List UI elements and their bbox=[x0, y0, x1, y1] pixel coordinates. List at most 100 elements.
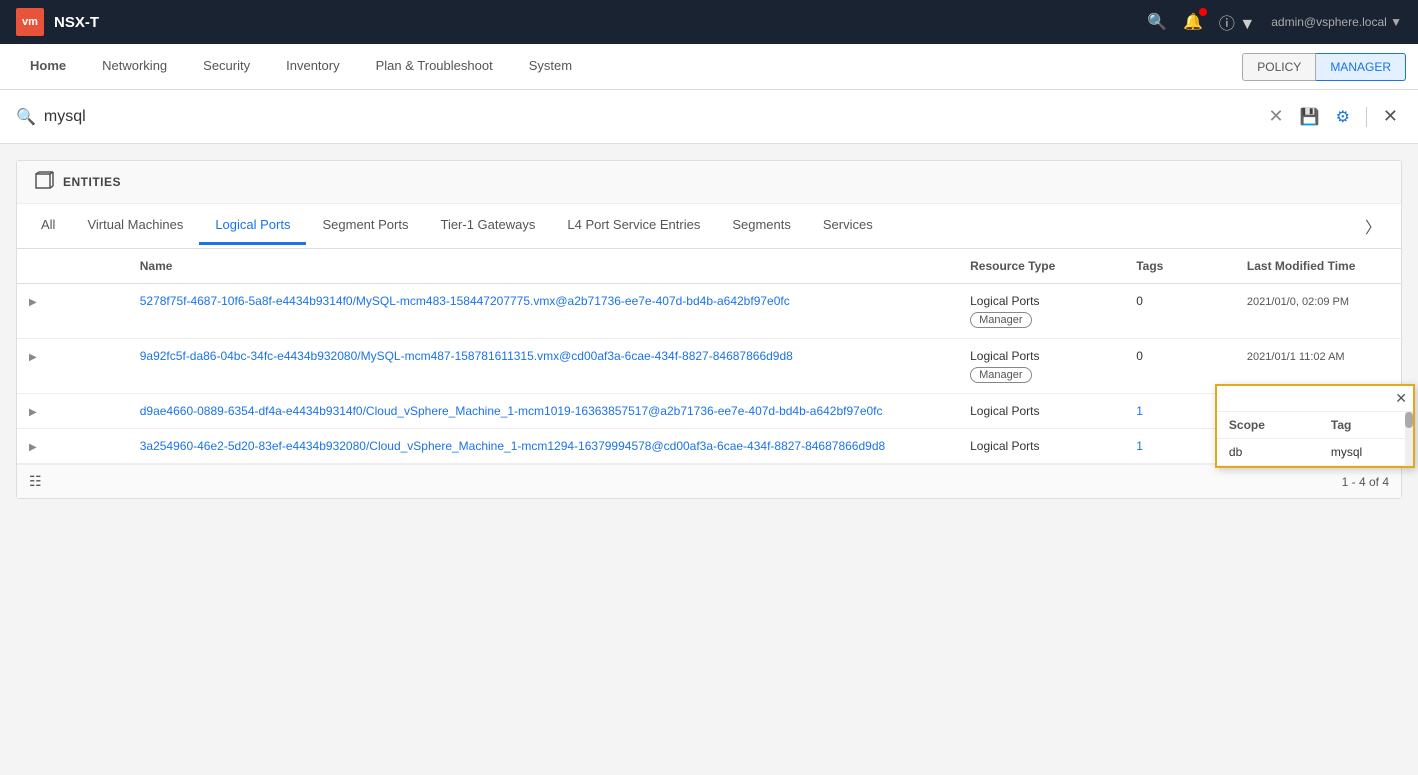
name-cell: 9a92fc5f-da86-04bc-34fc-e4434b932080/MyS… bbox=[128, 339, 958, 394]
name-cell: 3a254960-46e2-5d20-83ef-e4434b932080/Clo… bbox=[128, 429, 958, 464]
table-row: ▶ d9ae4660-0889-6354-df4a-e4434b9314f0/C… bbox=[17, 394, 1401, 429]
table-body: ▶ 5278f75f-4687-10f6-5a8f-e4434b9314f0/M… bbox=[17, 284, 1401, 464]
entities-label: ENTITIES bbox=[63, 175, 121, 189]
scope-value: db bbox=[1217, 439, 1319, 466]
table-row: ▶ 9a92fc5f-da86-04bc-34fc-e4434b932080/M… bbox=[17, 339, 1401, 394]
vm-logo: vm bbox=[16, 8, 44, 36]
tags-popup-scrollbar[interactable] bbox=[1405, 412, 1413, 466]
row-link[interactable]: 5278f75f-4687-10f6-5a8f-e4434b9314f0/MyS… bbox=[140, 294, 790, 308]
search-input[interactable] bbox=[44, 108, 1257, 126]
clear-search-button[interactable]: ✕ bbox=[1265, 102, 1288, 131]
name-cell: 5278f75f-4687-10f6-5a8f-e4434b9314f0/MyS… bbox=[128, 284, 958, 339]
resource-type-value: Logical Ports bbox=[970, 404, 1112, 418]
top-bar-right: 🔍 🔔 ⓘ ▼ admin@vsphere.local ▼ bbox=[1147, 10, 1402, 34]
nav-tab-networking[interactable]: Networking bbox=[84, 44, 185, 89]
resource-type-cell: Logical Ports Manager bbox=[958, 284, 1124, 339]
search-divider bbox=[1366, 107, 1367, 127]
nav-tabs: Home Networking Security Inventory Plan … bbox=[12, 44, 590, 89]
tags-count: 0 bbox=[1136, 294, 1143, 308]
tags-popup: ✕ Scope Tag bbox=[1215, 384, 1415, 468]
resource-type-value: Logical Ports bbox=[970, 439, 1112, 453]
nav-tab-home[interactable]: Home bbox=[12, 44, 84, 89]
tags-count: 0 bbox=[1136, 349, 1143, 363]
footer-count: 1 - 4 of 4 bbox=[1342, 475, 1389, 489]
resource-type-col-header: Resource Type bbox=[958, 249, 1124, 284]
filter-tabs-next-arrow[interactable]: 〉 bbox=[1353, 204, 1393, 248]
row-expand-arrow[interactable]: ▶ bbox=[29, 297, 37, 308]
tags-count[interactable]: 1 bbox=[1136, 439, 1143, 453]
nav-tab-plan[interactable]: Plan & Troubleshoot bbox=[358, 44, 511, 89]
tag-col-header: Tag bbox=[1319, 412, 1413, 439]
entities-cube-icon bbox=[33, 171, 55, 193]
tags-popup-header-row: Scope Tag bbox=[1217, 412, 1413, 439]
tags-cell: 1 ✕ Scope Ta bbox=[1124, 394, 1235, 429]
search-bar-icon: 🔍 bbox=[16, 107, 36, 127]
filter-tab-l4port[interactable]: L4 Port Service Entries bbox=[551, 207, 716, 245]
manager-button[interactable]: MANAGER bbox=[1316, 53, 1406, 81]
timestamp: 2021/01/0, 02:09 PM bbox=[1247, 296, 1349, 308]
policy-button[interactable]: POLICY bbox=[1242, 53, 1316, 81]
search-icon[interactable]: 🔍 bbox=[1147, 12, 1167, 32]
entities-section: ENTITIES All Virtual Machines Logical Po… bbox=[16, 160, 1402, 499]
name-col-header: Name bbox=[128, 249, 958, 284]
expand-cell[interactable]: ▶ bbox=[17, 429, 128, 464]
entities-header: ENTITIES bbox=[17, 161, 1401, 204]
tags-popup-close-button[interactable]: ✕ bbox=[1395, 390, 1407, 407]
main-content: ENTITIES All Virtual Machines Logical Po… bbox=[0, 144, 1418, 515]
top-bar-left: vm NSX-T bbox=[16, 8, 99, 36]
row-link[interactable]: 9a92fc5f-da86-04bc-34fc-e4434b932080/MyS… bbox=[140, 349, 793, 363]
tags-cell: 0 bbox=[1124, 284, 1235, 339]
search-actions: ✕ 💾 ⚙ ✕ bbox=[1265, 102, 1402, 131]
resource-type-value: Logical Ports bbox=[970, 349, 1112, 363]
tags-col-header: Tags bbox=[1124, 249, 1235, 284]
row-link[interactable]: 3a254960-46e2-5d20-83ef-e4434b932080/Clo… bbox=[140, 439, 885, 453]
modified-cell: 2021/01/0, 02:09 PM bbox=[1235, 284, 1401, 339]
nav-tab-system[interactable]: System bbox=[511, 44, 590, 89]
save-search-icon[interactable]: 💾 bbox=[1296, 103, 1324, 131]
filter-tab-segment-ports[interactable]: Segment Ports bbox=[306, 207, 424, 245]
modified-col-header: Last Modified Time bbox=[1235, 249, 1401, 284]
filter-tab-tier1[interactable]: Tier-1 Gateways bbox=[424, 207, 551, 245]
search-bar: 🔍 ✕ 💾 ⚙ ✕ bbox=[0, 90, 1418, 144]
row-expand-arrow[interactable]: ▶ bbox=[29, 407, 37, 418]
close-search-button[interactable]: ✕ bbox=[1379, 102, 1402, 131]
top-bar: vm NSX-T 🔍 🔔 ⓘ ▼ admin@vsphere.local ▼ bbox=[0, 0, 1418, 44]
filter-tab-all[interactable]: All bbox=[25, 207, 71, 245]
row-expand-arrow[interactable]: ▶ bbox=[29, 352, 37, 363]
expand-cell[interactable]: ▶ bbox=[17, 339, 128, 394]
row-link[interactable]: d9ae4660-0889-6354-df4a-e4434b9314f0/Clo… bbox=[140, 404, 883, 418]
tags-popup-table: Scope Tag db mysql bbox=[1217, 412, 1413, 466]
expand-cell[interactable]: ▶ bbox=[17, 394, 128, 429]
resource-type-cell: Logical Ports bbox=[958, 429, 1124, 464]
tag-value: mysql bbox=[1319, 439, 1413, 466]
row-expand-arrow[interactable]: ▶ bbox=[29, 442, 37, 453]
manager-badge: Manager bbox=[970, 312, 1031, 328]
filter-icon[interactable]: ⚙ bbox=[1332, 103, 1354, 131]
tags-count[interactable]: 1 bbox=[1136, 404, 1143, 418]
footer-toggle-icon[interactable]: ☷ bbox=[29, 473, 42, 490]
expand-col-header bbox=[17, 249, 128, 284]
tags-popup-row: db mysql bbox=[1217, 439, 1413, 466]
name-cell: d9ae4660-0889-6354-df4a-e4434b9314f0/Clo… bbox=[128, 394, 958, 429]
filter-tab-logical-ports[interactable]: Logical Ports bbox=[199, 207, 306, 245]
notifications-icon[interactable]: 🔔 bbox=[1183, 12, 1203, 32]
app-title: NSX-T bbox=[54, 14, 99, 31]
table-footer: ☷ 1 - 4 of 4 bbox=[17, 464, 1401, 498]
resource-type-cell: Logical Ports bbox=[958, 394, 1124, 429]
timestamp: 2021/01/1 11:02 AM bbox=[1247, 351, 1345, 363]
scrollbar-thumb bbox=[1405, 412, 1413, 428]
filter-tab-vms[interactable]: Virtual Machines bbox=[71, 207, 199, 245]
expand-cell[interactable]: ▶ bbox=[17, 284, 128, 339]
help-icon[interactable]: ⓘ ▼ bbox=[1219, 10, 1255, 34]
resource-type-cell: Logical Ports Manager bbox=[958, 339, 1124, 394]
user-info[interactable]: admin@vsphere.local ▼ bbox=[1271, 15, 1402, 29]
filter-tab-services[interactable]: Services bbox=[807, 207, 889, 245]
notification-dot bbox=[1199, 8, 1207, 16]
filter-tab-segments[interactable]: Segments bbox=[716, 207, 807, 245]
nav-tab-security[interactable]: Security bbox=[185, 44, 268, 89]
resource-type-value: Logical Ports bbox=[970, 294, 1112, 308]
scope-col-header: Scope bbox=[1217, 412, 1319, 439]
table-row: ▶ 5278f75f-4687-10f6-5a8f-e4434b9314f0/M… bbox=[17, 284, 1401, 339]
policy-manager-toggle: POLICY MANAGER bbox=[1242, 53, 1406, 81]
nav-tab-inventory[interactable]: Inventory bbox=[268, 44, 357, 89]
